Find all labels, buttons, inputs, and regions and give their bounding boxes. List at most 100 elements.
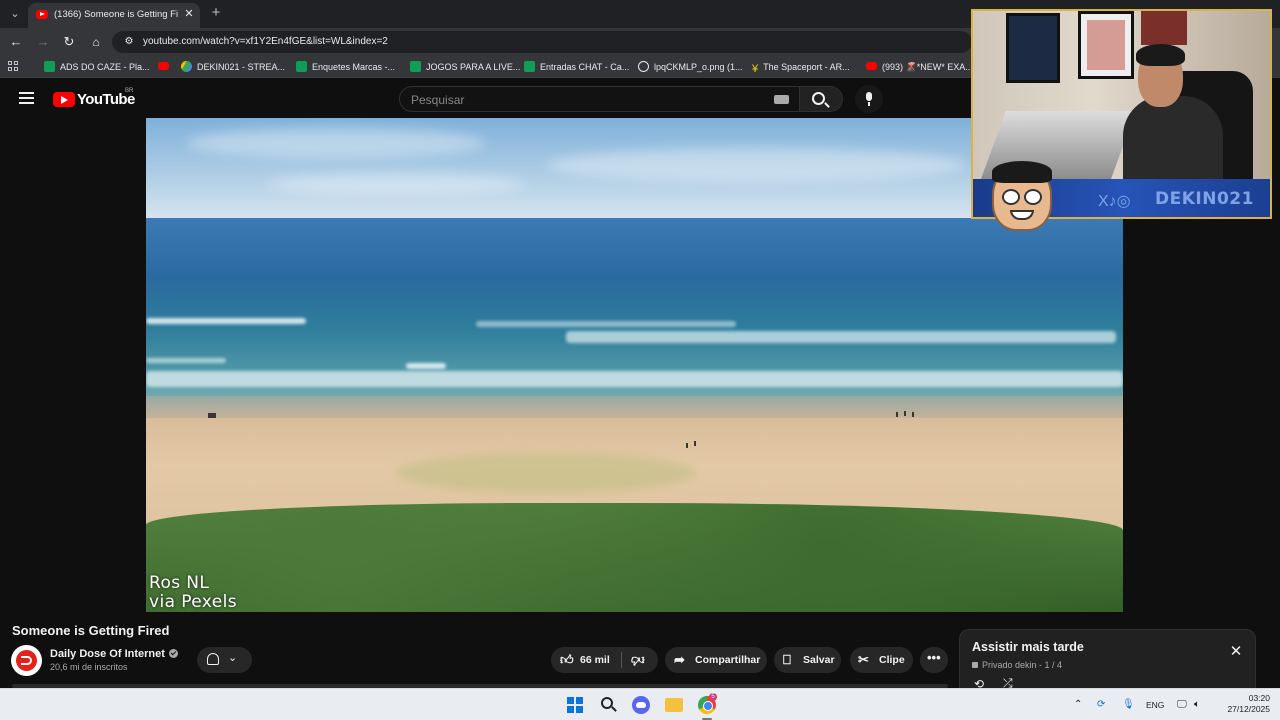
bookmark-item[interactable]: ADS DO CAZE - Pla... (44, 59, 150, 75)
save-button[interactable]: ⎕ Salvar (774, 647, 841, 673)
menu-icon[interactable] (19, 92, 34, 104)
video-frame-cloud (186, 128, 486, 158)
language-indicator[interactable]: ENG (1146, 700, 1164, 710)
youtube-play-icon (53, 92, 75, 107)
streamer-handle: DEKIN021 (1155, 189, 1254, 209)
browser-tab-active[interactable]: (1366) Someone is Getting Fired ✕ (28, 3, 200, 28)
taskbar-search-icon[interactable] (600, 696, 618, 714)
webcam-poster (1078, 11, 1134, 79)
webcam-poster (1141, 11, 1187, 45)
sheets-icon (410, 61, 421, 72)
sheets-icon (296, 61, 307, 72)
clip-label: Clipe (879, 654, 905, 666)
webcam-streamer-hair (1136, 44, 1185, 66)
voice-search-button[interactable] (855, 85, 883, 113)
share-button[interactable]: ➦ Compartilhar (665, 647, 767, 673)
youtube-icon (158, 62, 169, 70)
show-hidden-icons-chevron-icon[interactable]: ⌃ (1074, 699, 1082, 710)
video-frame-vegetation (146, 503, 1123, 612)
like-thumbs-up-icon[interactable]: 👍︎ (560, 652, 574, 668)
bookmark-item[interactable]: DEKIN021 - STREA... (181, 59, 285, 75)
more-horizontal-icon: ••• (927, 650, 941, 665)
forward-arrow-icon[interactable]: → (33, 33, 53, 51)
back-arrow-icon[interactable]: ← (6, 33, 26, 51)
video-frame-wave (146, 371, 1123, 387)
bookmark-item[interactable]: ¥ The Spaceport - AR... (752, 59, 850, 75)
youtube-icon (866, 62, 877, 70)
dislike-thumbs-down-icon[interactable]: 👍︎ (631, 652, 645, 668)
bookmark-label: The Spaceport - AR... (763, 62, 850, 72)
network-icon[interactable]: 🖵 (1177, 699, 1187, 710)
video-credit-author: Ros NL (149, 573, 210, 593)
new-tab-icon[interactable]: + (206, 4, 226, 24)
bookmark-icon: ⎕ (783, 652, 791, 667)
windows-taskbar: 5 ⌃ ⟳ 🎙︎ ENG 🖵 🔈︎ 03:20 27/12/2025 (0, 688, 1280, 720)
clip-button[interactable]: ✂ Clipe (850, 647, 913, 673)
more-actions-button[interactable]: ••• (920, 647, 948, 673)
bookmark-item[interactable]: Entradas CHAT - Ca... (524, 59, 629, 75)
video-frame-wave (146, 318, 306, 324)
like-dislike-group: 👍︎ 66 mil 👍︎ (551, 647, 658, 673)
start-windows-icon[interactable] (567, 697, 583, 713)
bookmark-item[interactable]: (993) 🌋*NEW* EXA... (866, 59, 973, 75)
bookmark-item[interactable]: JOGOS PARA A LIVE... (410, 59, 520, 75)
home-icon[interactable]: ⌂ (86, 33, 106, 51)
channel-name-text[interactable]: Daily Dose Of Internet (50, 648, 165, 660)
video-frame-wave (566, 331, 1116, 343)
playlist-meta: Privado dekin - 1 / 4 (972, 660, 1062, 670)
verified-badge-icon (168, 649, 178, 658)
spaceport-icon: ¥ (752, 63, 759, 75)
address-bar[interactable]: ⚙ youtube.com/watch?v=xf1Y2En4fGE&list=W… (112, 31, 972, 53)
lock-icon (972, 662, 978, 668)
chevron-down-icon: ⌄ (228, 652, 238, 664)
bookmark-label: DEKIN021 - STREA... (197, 62, 286, 72)
mic-icon (866, 92, 872, 101)
like-count[interactable]: 66 mil (580, 654, 610, 666)
reload-icon[interactable]: ↻ (59, 33, 79, 51)
search-box[interactable] (399, 86, 800, 112)
video-frame-cloud (546, 148, 966, 182)
bookmark-item[interactable]: lpqCKMLP_o.png (1... (638, 59, 743, 75)
tab-search-chevron-icon[interactable]: ⌄ (6, 5, 24, 23)
video-frame-person (694, 441, 696, 446)
clock-time: 03:20 (1248, 693, 1270, 703)
apps-grid-icon[interactable] (8, 61, 20, 73)
channel-avatar[interactable] (11, 645, 42, 676)
keyboard-icon[interactable] (774, 95, 789, 104)
bookmark-item[interactable]: Enquetes Marcas -... (296, 59, 395, 75)
video-frame-person (896, 412, 898, 417)
streamer-mascot-icon (992, 161, 1052, 231)
link-icon (638, 61, 649, 72)
bell-icon (207, 653, 219, 665)
microphone-icon[interactable]: 🎙︎ (1122, 699, 1135, 710)
volume-icon[interactable]: 🔈︎ (1194, 699, 1200, 710)
system-clock[interactable]: 03:20 27/12/2025 (1214, 693, 1270, 715)
video-frame-wave (146, 358, 226, 363)
webcam-streamer-body (1123, 96, 1223, 181)
tab-close-icon[interactable]: ✕ (182, 7, 196, 21)
search-input[interactable] (411, 92, 751, 107)
subscription-notifications-button[interactable]: ⌄ (197, 647, 252, 673)
search-button[interactable] (800, 86, 843, 112)
sync-icon[interactable]: ⟳ (1097, 699, 1105, 710)
site-settings-icon[interactable]: ⚙ (122, 35, 136, 49)
playlist-panel: Assistir mais tarde Privado dekin - 1 / … (959, 629, 1256, 691)
video-frame-vehicle (208, 413, 216, 418)
search-icon (812, 92, 825, 105)
address-url[interactable]: youtube.com/watch?v=xf1Y2En4fGE&list=WL&… (143, 36, 388, 47)
save-label: Salvar (803, 654, 835, 666)
bookmark-label: JOGOS PARA A LIVE... (426, 62, 521, 72)
social-icons: X♪◎ (1098, 193, 1131, 210)
bookmark-label: lpqCKMLP_o.png (1... (654, 62, 743, 72)
channel-name[interactable]: Daily Dose Of Internet (50, 648, 178, 660)
bookmark-item[interactable] (158, 59, 174, 75)
video-frame-person (912, 412, 914, 417)
video-frame-wet-sand (146, 396, 1123, 420)
discord-icon[interactable] (632, 696, 650, 714)
playlist-title[interactable]: Assistir mais tarde (972, 640, 1084, 654)
close-icon[interactable]: ✕ (1228, 644, 1244, 660)
file-explorer-icon[interactable] (665, 698, 683, 712)
sheets-icon (524, 61, 535, 72)
share-arrow-icon: ➦ (674, 652, 685, 667)
video-frame-cloud (266, 173, 526, 195)
